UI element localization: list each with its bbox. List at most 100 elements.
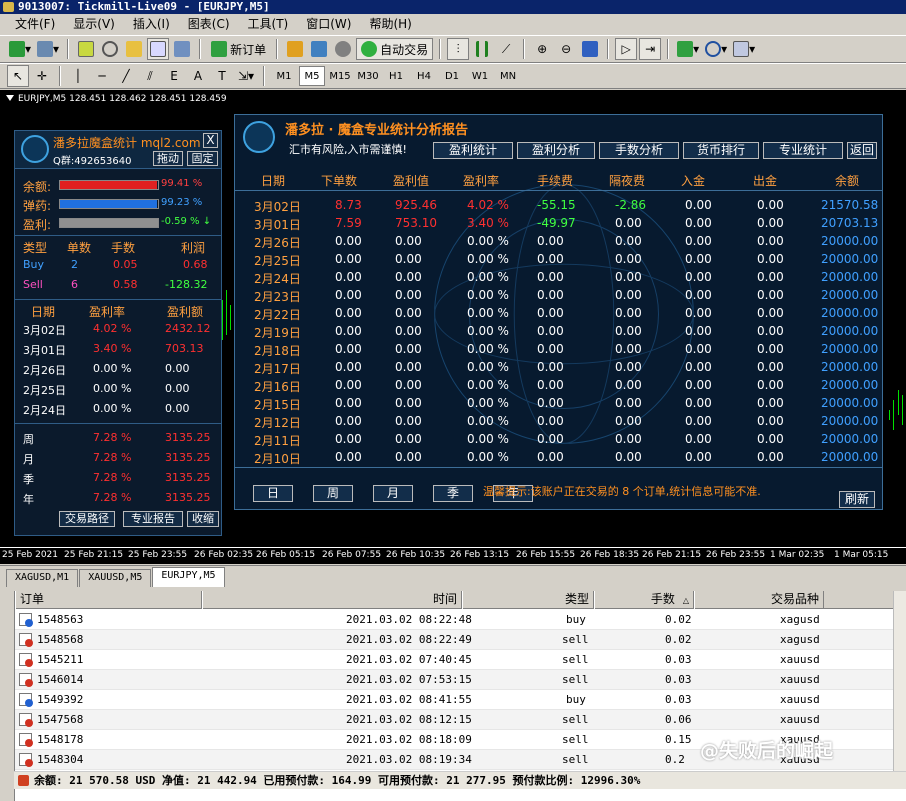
chart-tab[interactable]: XAGUSD,M1 xyxy=(6,569,79,587)
timeframe-m30[interactable]: M30 xyxy=(355,66,381,86)
order-icon xyxy=(19,613,33,627)
report-tab[interactable]: 专业统计 xyxy=(763,142,843,159)
crosshair-icon[interactable]: ✛ xyxy=(31,65,53,87)
timeframe-d1[interactable]: D1 xyxy=(439,66,465,86)
order-type: sell xyxy=(562,673,589,686)
menu-item[interactable]: 图表(C) xyxy=(179,15,239,33)
templates-icon[interactable]: ▾ xyxy=(731,38,757,60)
play-icon xyxy=(361,41,378,57)
period-button[interactable]: 周 xyxy=(313,485,353,502)
period-amt: 3135.25 xyxy=(165,451,211,464)
period-button[interactable]: 月 xyxy=(373,485,413,502)
metaeditor-icon[interactable] xyxy=(284,38,306,60)
terminal-scrollbar[interactable] xyxy=(893,591,906,771)
auto-scroll-icon[interactable]: ⇥ xyxy=(639,38,662,60)
community-icon[interactable] xyxy=(308,38,330,60)
divider xyxy=(15,299,221,300)
mini-panel-close-button[interactable]: X xyxy=(203,133,218,148)
order-row[interactable]: 1548568 2021.03.02 08:22:49 sell 0.02 xagusd xyxy=(15,630,906,650)
indicators-icon[interactable]: ▾ xyxy=(675,38,701,60)
horizontal-line-icon[interactable]: ─ xyxy=(91,65,113,87)
market-watch-icon[interactable] xyxy=(75,38,97,60)
menu-item[interactable]: 文件(F) xyxy=(6,15,64,33)
menu-item[interactable]: 显示(V) xyxy=(64,15,124,33)
chart-shift-icon[interactable]: ▷ xyxy=(615,38,638,60)
auto-trading-button[interactable]: 自动交易 xyxy=(356,38,434,60)
tile-windows-icon[interactable] xyxy=(579,38,601,60)
menu-item[interactable]: 工具(T) xyxy=(239,15,298,33)
chart-tab[interactable]: EURJPY,M5 xyxy=(152,567,225,587)
collapse-button[interactable]: 收缩 xyxy=(187,511,219,527)
report-cell: 0.00 xyxy=(335,306,362,320)
period-button[interactable]: 季 xyxy=(433,485,473,502)
app-icon xyxy=(3,2,14,12)
report-tab[interactable]: 手数分析 xyxy=(599,142,679,159)
time-tick: 26 Feb 05:15 xyxy=(256,550,316,560)
col-symbol[interactable]: 交易品种 xyxy=(694,591,824,609)
refresh-button[interactable]: 刷新 xyxy=(839,491,875,508)
new-chart-icon[interactable]: ▾ xyxy=(7,38,33,60)
drag-button[interactable]: 拖动 xyxy=(153,151,183,166)
periods-icon[interactable]: ▾ xyxy=(703,38,729,60)
zoom-out-icon[interactable]: ⊖ xyxy=(555,38,577,60)
col-time[interactable]: 时间 xyxy=(202,591,462,609)
pos-header-count: 单数 xyxy=(67,241,92,255)
arrows-icon[interactable]: ⇲▾ xyxy=(235,65,257,87)
order-row[interactable]: 1545211 2021.03.02 07:40:45 sell 0.03 xauusd xyxy=(15,650,906,670)
text-icon[interactable]: A xyxy=(187,65,209,87)
cursor-icon[interactable]: ↖ xyxy=(7,65,29,87)
menu-bar: 文件(F) 显示(V) 插入(I) 图表(C) 工具(T) 窗口(W) 帮助(H) xyxy=(0,14,906,34)
zoom-in-icon[interactable]: ⊕ xyxy=(531,38,553,60)
terminal-icon[interactable] xyxy=(147,38,170,60)
period-button[interactable]: 日 xyxy=(253,485,293,502)
profiles-icon[interactable]: ▾ xyxy=(35,38,61,60)
fibonacci-icon[interactable]: Ε xyxy=(163,65,185,87)
vertical-line-icon[interactable]: │ xyxy=(67,65,89,87)
label-icon[interactable]: T xyxy=(211,65,233,87)
candle xyxy=(902,395,903,425)
trade-path-button[interactable]: 交易路径 xyxy=(59,511,115,527)
col-type[interactable]: 类型 xyxy=(462,591,594,609)
line-chart-icon[interactable]: ⟋ xyxy=(495,38,517,60)
chart-tab[interactable]: XAUUSD,M5 xyxy=(79,569,152,587)
pandora-logo-icon xyxy=(21,135,49,163)
report-tab[interactable]: 盈利分析 xyxy=(517,142,595,159)
order-symbol: xagusd xyxy=(780,613,820,626)
timeframe-h1[interactable]: H1 xyxy=(383,66,409,86)
report-tab[interactable]: 货币排行 xyxy=(683,142,759,159)
order-row[interactable]: 1549392 2021.03.02 08:41:55 buy 0.03 xauusd xyxy=(15,690,906,710)
navigator-icon[interactable] xyxy=(99,38,121,60)
report-cell: 2月10日 xyxy=(254,452,301,466)
favorites-icon[interactable] xyxy=(123,38,145,60)
timeframe-h4[interactable]: H4 xyxy=(411,66,437,86)
report-tab[interactable]: 返回 xyxy=(847,142,877,159)
report-cell: 0.00 xyxy=(685,288,712,302)
channel-icon[interactable]: ⫽ xyxy=(139,65,161,87)
col-lots[interactable]: 手数 △ xyxy=(594,591,694,609)
order-row[interactable]: 1547568 2021.03.02 08:12:15 sell 0.06 xauusd xyxy=(15,710,906,730)
timeframe-m15[interactable]: M15 xyxy=(327,66,353,86)
report-tab[interactable]: 盈利统计 xyxy=(433,142,513,159)
timeframe-mn[interactable]: MN xyxy=(495,66,521,86)
candlestick-icon[interactable] xyxy=(471,38,493,60)
pro-report-button[interactable]: 专业报告 xyxy=(123,511,183,527)
tester-icon[interactable] xyxy=(171,38,193,60)
report-row: 2月23日 0.00 0.00 0.00 % 0.00 0.00 0.00 0.00 20000… xyxy=(235,286,882,304)
bar-chart-icon[interactable]: ⫶ xyxy=(447,38,470,60)
price-chart[interactable]: EURJPY,M5 128.451 128.462 128.451 128.45… xyxy=(0,90,906,564)
timeframe-w1[interactable]: W1 xyxy=(467,66,493,86)
timeframe-m1[interactable]: M1 xyxy=(271,66,297,86)
menu-item[interactable]: 插入(I) xyxy=(124,15,179,33)
balance-row: 余额: 99.41 % xyxy=(15,176,221,195)
order-row[interactable]: 1546014 2021.03.02 07:53:15 sell 0.03 xauusd xyxy=(15,670,906,690)
trendline-icon[interactable]: ╱ xyxy=(115,65,137,87)
new-order-button[interactable]: 新订单 xyxy=(207,38,270,60)
col-order[interactable]: 订单 xyxy=(15,591,202,609)
order-row[interactable]: 1548563 2021.03.02 08:22:48 buy 0.02 xagusd xyxy=(15,610,906,630)
menu-item[interactable]: 帮助(H) xyxy=(360,15,420,33)
report-cell: 0.00 xyxy=(537,270,564,284)
timeframe-m5[interactable]: M5 xyxy=(299,66,325,86)
pin-button[interactable]: 固定 xyxy=(187,151,218,166)
menu-item[interactable]: 窗口(W) xyxy=(297,15,360,33)
signals-icon[interactable] xyxy=(332,38,354,60)
